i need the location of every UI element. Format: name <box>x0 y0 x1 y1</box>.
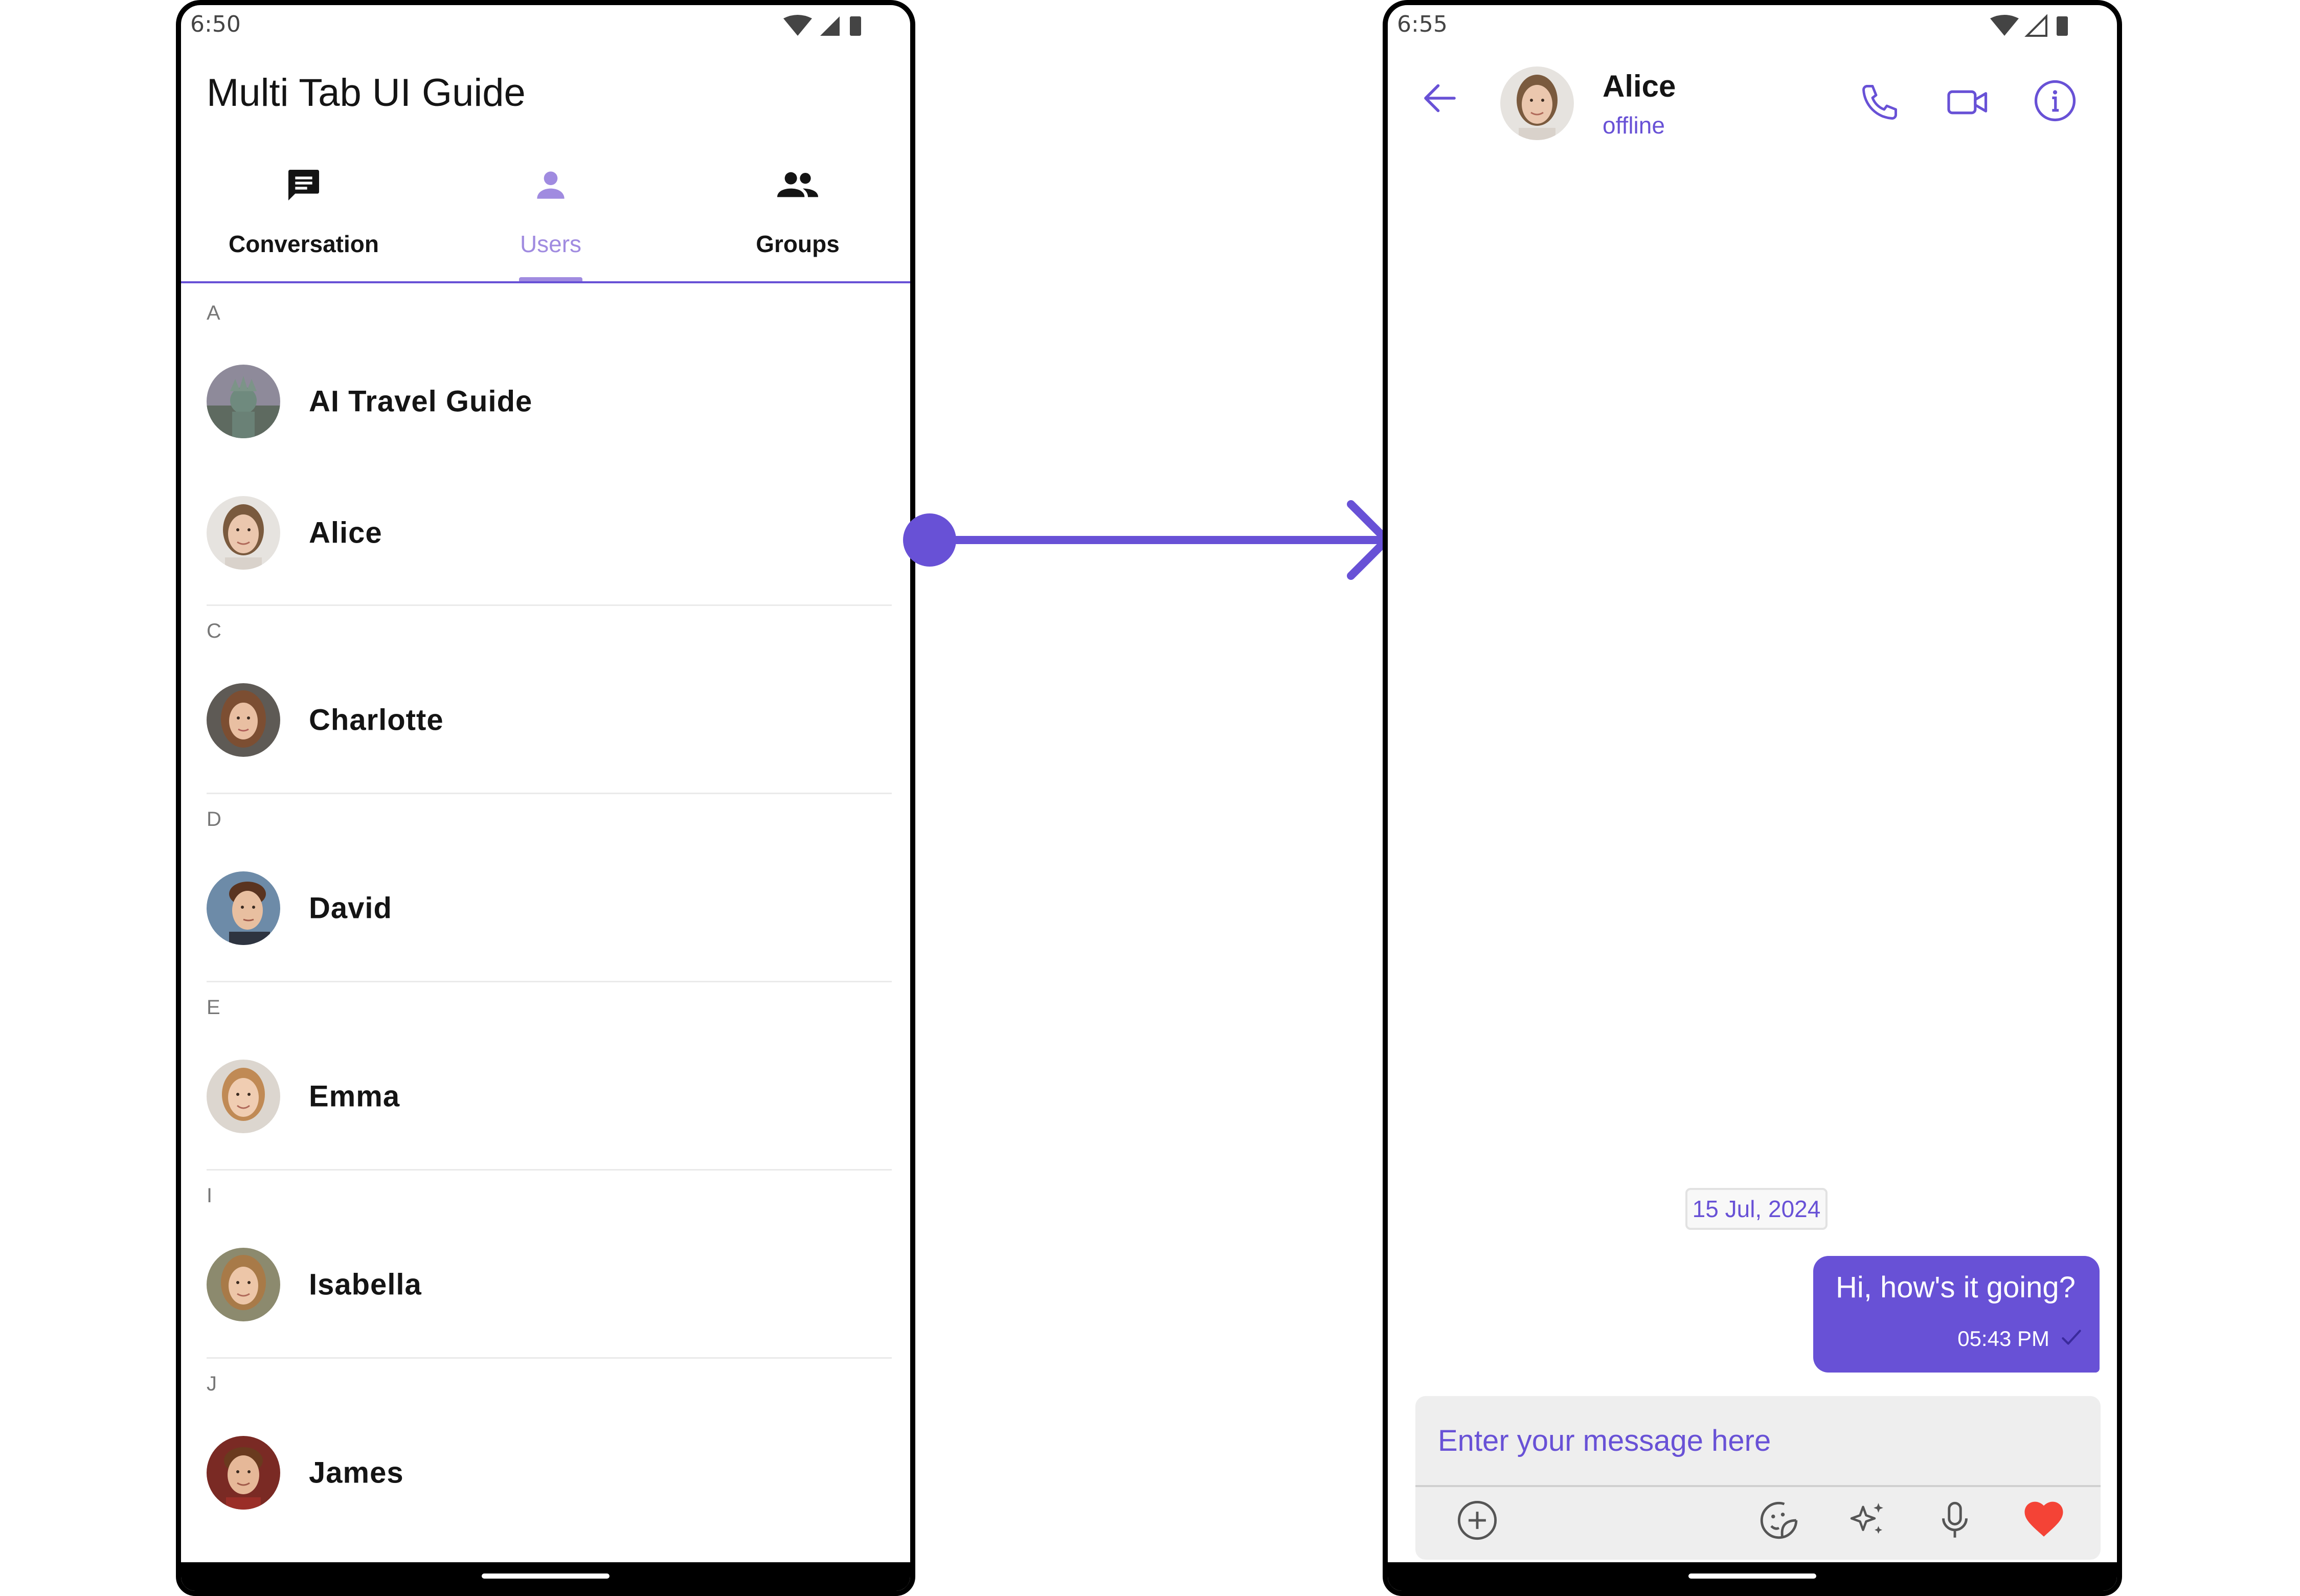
divider <box>207 1169 892 1171</box>
status-bar: 6:55 <box>1388 5 2117 46</box>
tab-groups[interactable]: Groups <box>675 153 910 281</box>
navigation-bar <box>181 1562 910 1591</box>
tab-conversation[interactable]: Conversation <box>181 153 426 281</box>
message-input-placeholder: Enter your message here <box>1438 1424 1771 1457</box>
user-name: AI Travel Guide <box>309 385 533 418</box>
status-time: 6:55 <box>1397 11 1448 37</box>
contact-status: offline <box>1603 112 1665 139</box>
message-time: 05:43 PM <box>1957 1327 2049 1351</box>
user-row-david[interactable]: David <box>207 857 892 959</box>
message-composer: Enter your message here <box>1415 1396 2101 1560</box>
user-name: Isabella <box>309 1268 422 1301</box>
status-time: 6:50 <box>190 11 241 37</box>
tab-label: Conversation <box>229 231 379 257</box>
info-icon[interactable] <box>2032 78 2078 126</box>
user-name: Alice <box>309 516 382 550</box>
left-phone-frame: 6:50 Multi Tab UI Guide Conversation Use… <box>176 0 915 1596</box>
divider <box>207 1357 892 1359</box>
home-indicator[interactable] <box>1688 1573 1816 1579</box>
sent-check-icon <box>2059 1324 2084 1353</box>
message-input[interactable]: Enter your message here <box>1415 1396 2101 1487</box>
user-row-isabella[interactable]: Isabella <box>207 1233 892 1336</box>
tab-label: Users <box>520 231 582 257</box>
ai-sparkle-icon[interactable] <box>1844 1497 1890 1546</box>
person-icon <box>530 165 571 208</box>
tab-users[interactable]: Users <box>428 153 673 281</box>
section-header-j: J <box>207 1373 217 1395</box>
wifi-icon <box>1990 15 2019 36</box>
wifi-icon <box>783 15 812 36</box>
home-indicator[interactable] <box>482 1573 610 1579</box>
navigation-bar <box>1388 1562 2117 1591</box>
status-bar: 6:50 <box>181 5 910 46</box>
chat-header: Alice offline <box>1388 51 2117 153</box>
user-name: Charlotte <box>309 703 444 737</box>
signal-icon <box>820 16 840 36</box>
battery-icon <box>2057 16 2068 36</box>
back-arrow-icon[interactable] <box>1418 77 1461 122</box>
avatar <box>207 1060 280 1133</box>
status-icons <box>1989 14 2071 40</box>
section-header-a: A <box>207 302 220 324</box>
divider <box>207 793 892 794</box>
avatar <box>207 871 280 945</box>
group-icon <box>775 165 821 208</box>
avatar <box>207 1248 280 1321</box>
user-row-ai-travel-guide[interactable]: AI Travel Guide <box>207 350 892 453</box>
user-row-emma[interactable]: Emma <box>207 1045 892 1148</box>
section-header-d: D <box>207 808 221 830</box>
microphone-icon[interactable] <box>1932 1497 1978 1546</box>
active-tab-indicator <box>519 277 582 281</box>
video-call-icon[interactable] <box>1945 83 1991 124</box>
battery-icon <box>850 16 861 36</box>
tab-bar: Conversation Users Groups <box>181 153 910 283</box>
status-icons <box>782 14 864 40</box>
avatar <box>207 683 280 757</box>
chat-icon <box>283 165 324 208</box>
avatar <box>207 1436 280 1510</box>
outgoing-message-bubble[interactable]: Hi, how's it going? 05:43 PM <box>1813 1256 2100 1373</box>
phone-call-icon[interactable] <box>1858 81 1901 126</box>
avatar[interactable] <box>1500 66 1574 140</box>
user-name: David <box>309 891 392 925</box>
arrow-head <box>1347 500 1391 580</box>
contact-name: Alice <box>1603 69 1676 103</box>
message-text: Hi, how's it going? <box>1836 1271 2076 1304</box>
user-row-alice[interactable]: Alice <box>207 482 892 584</box>
tab-label: Groups <box>756 231 840 257</box>
section-header-e: E <box>207 996 220 1019</box>
page-title: Multi Tab UI Guide <box>207 71 526 115</box>
signal-icon <box>2024 14 2047 37</box>
user-row-charlotte[interactable]: Charlotte <box>207 669 892 771</box>
date-separator: 15 Jul, 2024 <box>1685 1188 1828 1230</box>
heart-reaction-icon[interactable] <box>2021 1497 2067 1546</box>
divider <box>207 604 892 606</box>
right-phone-frame: 6:55 Alice offline 15 Jul, 2024 Hi, how'… <box>1383 0 2122 1596</box>
user-row-james[interactable]: James <box>207 1422 892 1524</box>
divider <box>207 981 892 982</box>
sticker-icon[interactable] <box>1756 1497 1802 1546</box>
section-header-c: C <box>207 620 221 642</box>
user-name: Emma <box>309 1080 400 1113</box>
add-attachment-icon[interactable] <box>1454 1497 1500 1546</box>
section-header-i: I <box>207 1184 213 1207</box>
avatar <box>207 496 280 570</box>
avatar <box>207 365 280 438</box>
user-name: James <box>309 1456 404 1490</box>
